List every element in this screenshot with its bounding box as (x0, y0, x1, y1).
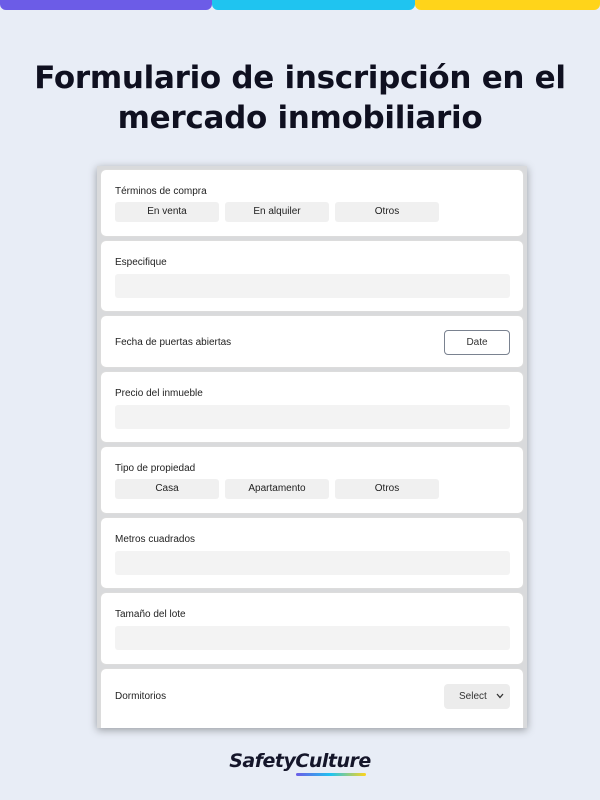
specify-input[interactable] (115, 274, 510, 298)
section-purchase-terms: Términos de compra En venta En alquiler … (100, 169, 524, 237)
square-meters-label: Metros cuadrados (115, 534, 196, 545)
page-title-line-1: Formulario de inscripción en el (34, 60, 566, 96)
purchase-terms-label: Términos de compra (115, 186, 207, 197)
top-bar-yellow (415, 0, 600, 10)
top-color-bars (0, 0, 600, 10)
lot-size-label: Tamaño del lote (115, 609, 186, 620)
bedrooms-select[interactable]: Select (444, 684, 510, 709)
chevron-down-icon (496, 684, 504, 719)
form-card: Términos de compra En venta En alquiler … (97, 166, 527, 728)
page-title: Formulario de inscripción en el mercado … (0, 58, 600, 138)
option-apartment[interactable]: Apartamento (225, 479, 329, 499)
option-other-type[interactable]: Otros (335, 479, 439, 499)
top-bar-cyan (212, 0, 415, 10)
top-bar-purple (0, 0, 212, 10)
option-other[interactable]: Otros (335, 202, 439, 222)
date-picker-button[interactable]: Date (444, 330, 510, 355)
section-specify: Especifique (100, 240, 524, 312)
section-square-meters: Metros cuadrados (100, 517, 524, 589)
bedrooms-select-value: Select (459, 691, 487, 702)
property-price-input[interactable] (115, 405, 510, 429)
logo-underline (296, 773, 366, 776)
section-open-house-date: Fecha de puertas abiertas Date (100, 315, 524, 368)
property-price-label: Precio del inmueble (115, 388, 203, 399)
square-meters-input[interactable] (115, 551, 510, 575)
page-title-line-2: mercado inmobiliario (117, 100, 483, 136)
option-for-sale[interactable]: En venta (115, 202, 219, 222)
section-property-type: Tipo de propiedad Casa Apartamento Otros (100, 446, 524, 514)
lot-size-input[interactable] (115, 626, 510, 650)
option-house[interactable]: Casa (115, 479, 219, 499)
option-for-rent[interactable]: En alquiler (225, 202, 329, 222)
specify-label: Especifique (115, 257, 167, 268)
bedrooms-label: Dormitorios (115, 691, 167, 702)
section-lot-size: Tamaño del lote (100, 592, 524, 665)
section-property-price: Precio del inmueble (100, 371, 524, 443)
safetyculture-logo: SafetyCulture (229, 750, 371, 772)
property-type-label: Tipo de propiedad (115, 463, 196, 474)
section-bedrooms: Dormitorios Select (100, 668, 524, 728)
open-house-date-label: Fecha de puertas abiertas (115, 337, 232, 348)
